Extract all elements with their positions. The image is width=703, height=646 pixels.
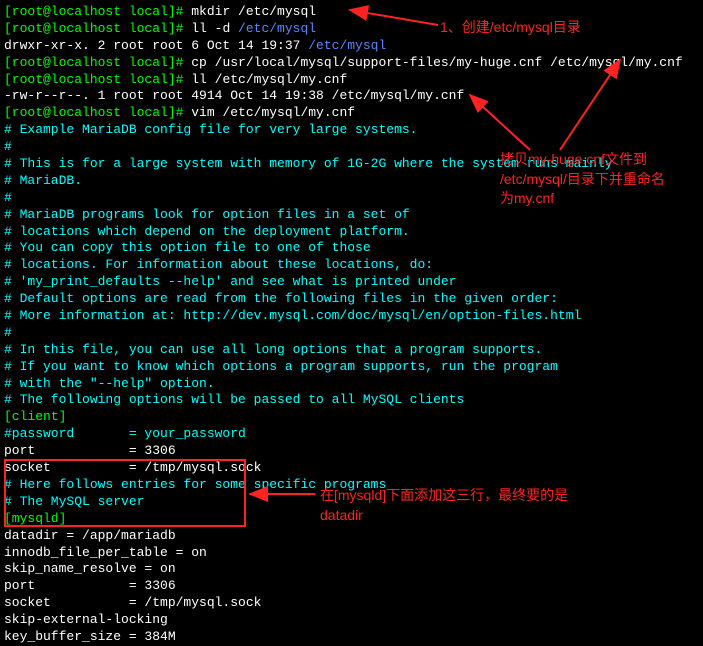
command-text: ll /etc/mysql/my.cnf [191,72,347,87]
config-comment: # More information at: http://dev.mysql.… [4,308,699,325]
config-comment: # If you want to know which options a pr… [4,359,699,376]
shell-prompt: [root@localhost local]# [4,72,191,87]
terminal-output: [root@localhost local]# mkdir /etc/mysql… [4,4,699,646]
config-line: port = 3306 [4,578,699,595]
annotation-text: 在[mysqld]下面添加这三行，最终要的是 datadir [320,486,568,525]
config-line: skip_name_resolve = on [4,561,699,578]
path-text: /etc/mysql [238,21,316,36]
command-text: ll -d [191,21,238,36]
config-comment: # The following options will be passed t… [4,392,699,409]
config-line: socket = /tmp/mysql.sock [4,595,699,612]
config-comment: # with the "--help" option. [4,376,699,393]
config-line: key_buffer_size = 384M [4,629,699,646]
config-comment: # You can copy this option file to one o… [4,240,699,257]
config-section: [client] [4,409,699,426]
config-line: socket = /tmp/mysql.sock [4,460,699,477]
command-text: mkdir /etc/mysql [191,4,316,19]
config-comment: # locations. For information about these… [4,257,699,274]
shell-prompt: [root@localhost local]# [4,21,191,36]
command-text: cp /usr/local/mysql/support-files/my-hug… [191,55,682,70]
command-text: vim /etc/mysql/my.cnf [191,105,355,120]
shell-prompt: [root@localhost local]# [4,105,191,120]
config-comment: # 'my_print_defaults --help' and see wha… [4,274,699,291]
shell-prompt: [root@localhost local]# [4,4,191,19]
config-comment: # Example MariaDB config file for very l… [4,122,699,139]
config-line: datadir = /app/mariadb [4,528,699,545]
path-text: /etc/mysql [308,38,386,53]
annotation-line: 在[mysqld]下面添加这三行，最终要的是 [320,486,568,506]
annotation-line: datadir [320,506,568,526]
config-comment: # MariaDB programs look for option files… [4,207,699,224]
config-line: innodb_file_per_table = on [4,545,699,562]
annotation-text: 拷贝my-huge.cnf文件到 /etc/mysql/目录下并重命名 为my.… [500,150,665,209]
ls-output: drwxr-xr-x. 2 root root 6 Oct 14 19:37 [4,38,308,53]
config-comment: # [4,325,699,342]
config-comment: #password = your_password [4,426,699,443]
annotation-text: 1、创建/etc/mysql目录 [440,18,581,38]
annotation-line: 拷贝my-huge.cnf文件到 [500,150,665,170]
shell-prompt: [root@localhost local]# [4,55,191,70]
config-line: port = 3306 [4,443,699,460]
config-comment: # Default options are read from the foll… [4,291,699,308]
ls-output: -rw-r--r--. 1 root root 4914 Oct 14 19:3… [4,88,464,103]
config-line: skip-external-locking [4,612,699,629]
annotation-line: /etc/mysql/目录下并重命名 [500,170,665,190]
config-comment: # In this file, you can use all long opt… [4,342,699,359]
config-comment: # locations which depend on the deployme… [4,224,699,241]
annotation-line: 为my.cnf [500,189,665,209]
